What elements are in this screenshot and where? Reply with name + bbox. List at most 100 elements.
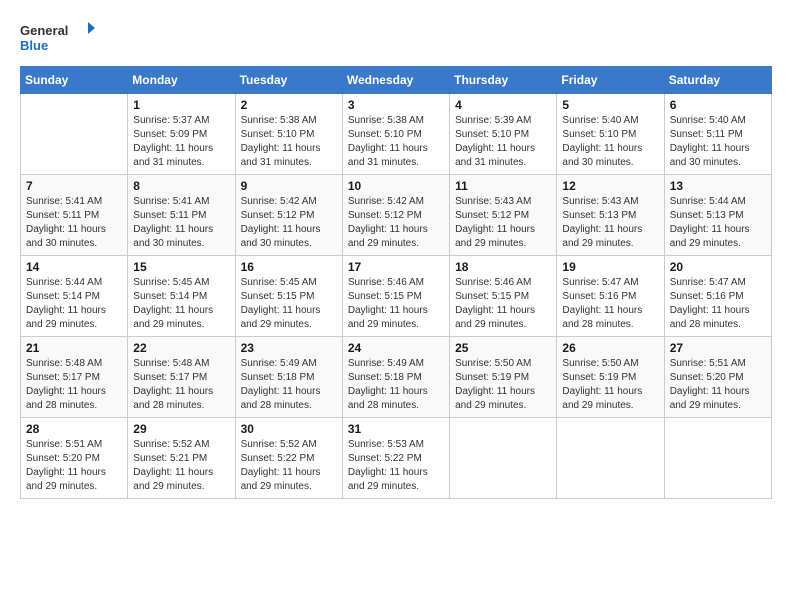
calendar-day-1: 1 Sunrise: 5:37 AMSunset: 5:09 PMDaylight… — [128, 94, 235, 175]
day-number: 4 — [455, 98, 551, 112]
day-number: 15 — [133, 260, 229, 274]
day-number: 10 — [348, 179, 444, 193]
day-info: Sunrise: 5:43 AMSunset: 5:12 PMDaylight:… — [455, 195, 551, 251]
day-info: Sunrise: 5:40 AMSunset: 5:10 PMDaylight:… — [562, 114, 658, 170]
calendar-day-24: 24 Sunrise: 5:49 AMSunset: 5:18 PMDayligh… — [342, 337, 449, 418]
day-number: 30 — [241, 422, 337, 436]
day-info: Sunrise: 5:45 AMSunset: 5:15 PMDaylight:… — [241, 276, 337, 332]
day-info: Sunrise: 5:41 AMSunset: 5:11 PMDaylight:… — [133, 195, 229, 251]
day-info: Sunrise: 5:44 AMSunset: 5:13 PMDaylight:… — [670, 195, 766, 251]
logo: General Blue — [20, 20, 95, 56]
day-info: Sunrise: 5:43 AMSunset: 5:13 PMDaylight:… — [562, 195, 658, 251]
calendar-body: 1 Sunrise: 5:37 AMSunset: 5:09 PMDaylight… — [21, 94, 772, 499]
weekday-header-thursday: Thursday — [450, 67, 557, 94]
day-info: Sunrise: 5:39 AMSunset: 5:10 PMDaylight:… — [455, 114, 551, 170]
calendar-day-6: 6 Sunrise: 5:40 AMSunset: 5:11 PMDaylight… — [664, 94, 771, 175]
day-number: 5 — [562, 98, 658, 112]
calendar-header: SundayMondayTuesdayWednesdayThursdayFrid… — [21, 67, 772, 94]
calendar-table: SundayMondayTuesdayWednesdayThursdayFrid… — [20, 66, 772, 499]
calendar-day-10: 10Sunrise: 5:42 AMSunset: 5:12 PMDayligh… — [342, 175, 449, 256]
calendar-day-26: 26 Sunrise: 5:50 AMSunset: 5:19 PMDayligh… — [557, 337, 664, 418]
calendar-day-20: 20 Sunrise: 5:47 AMSunset: 5:16 PMDayligh… — [664, 256, 771, 337]
day-info: Sunrise: 5:38 AMSunset: 5:10 PMDaylight:… — [241, 114, 337, 170]
calendar-day-13: 13 Sunrise: 5:44 AMSunset: 5:13 PMDayligh… — [664, 175, 771, 256]
day-info: Sunrise: 5:38 AMSunset: 5:10 PMDaylight:… — [348, 114, 444, 170]
weekday-header-wednesday: Wednesday — [342, 67, 449, 94]
calendar-day-9: 9Sunrise: 5:42 AMSunset: 5:12 PMDaylight… — [235, 175, 342, 256]
day-number: 27 — [670, 341, 766, 355]
svg-text:Blue: Blue — [20, 38, 48, 53]
empty-day-cell — [664, 418, 771, 499]
calendar-day-2: 2 Sunrise: 5:38 AMSunset: 5:10 PMDaylight… — [235, 94, 342, 175]
calendar-day-27: 27 Sunrise: 5:51 AMSunset: 5:20 PMDayligh… — [664, 337, 771, 418]
weekday-header-sunday: Sunday — [21, 67, 128, 94]
calendar-day-31: 31 Sunrise: 5:53 AMSunset: 5:22 PMDayligh… — [342, 418, 449, 499]
day-number: 25 — [455, 341, 551, 355]
day-number: 9 — [241, 179, 337, 193]
calendar-day-7: 7 Sunrise: 5:41 AMSunset: 5:11 PMDaylight… — [21, 175, 128, 256]
day-info: Sunrise: 5:48 AMSunset: 5:17 PMDaylight:… — [133, 357, 229, 413]
day-number: 20 — [670, 260, 766, 274]
day-info: Sunrise: 5:41 AMSunset: 5:11 PMDaylight:… — [26, 195, 122, 251]
day-number: 21 — [26, 341, 122, 355]
day-number: 28 — [26, 422, 122, 436]
day-info: Sunrise: 5:47 AMSunset: 5:16 PMDaylight:… — [670, 276, 766, 332]
weekday-header-tuesday: Tuesday — [235, 67, 342, 94]
calendar-day-21: 21 Sunrise: 5:48 AMSunset: 5:17 PMDayligh… — [21, 337, 128, 418]
day-number: 6 — [670, 98, 766, 112]
weekday-header-row: SundayMondayTuesdayWednesdayThursdayFrid… — [21, 67, 772, 94]
day-number: 7 — [26, 179, 122, 193]
day-info: Sunrise: 5:47 AMSunset: 5:16 PMDaylight:… — [562, 276, 658, 332]
calendar-day-11: 11Sunrise: 5:43 AMSunset: 5:12 PMDayligh… — [450, 175, 557, 256]
svg-text:General: General — [20, 23, 68, 38]
day-info: Sunrise: 5:40 AMSunset: 5:11 PMDaylight:… — [670, 114, 766, 170]
calendar-day-30: 30 Sunrise: 5:52 AMSunset: 5:22 PMDayligh… — [235, 418, 342, 499]
calendar-week-row: 1 Sunrise: 5:37 AMSunset: 5:09 PMDaylight… — [21, 94, 772, 175]
empty-day-cell — [450, 418, 557, 499]
day-number: 22 — [133, 341, 229, 355]
calendar-day-18: 18Sunrise: 5:46 AMSunset: 5:15 PMDayligh… — [450, 256, 557, 337]
calendar-day-25: 25 Sunrise: 5:50 AMSunset: 5:19 PMDayligh… — [450, 337, 557, 418]
day-info: Sunrise: 5:52 AMSunset: 5:21 PMDaylight:… — [133, 438, 229, 494]
day-info: Sunrise: 5:37 AMSunset: 5:09 PMDaylight:… — [133, 114, 229, 170]
day-number: 8 — [133, 179, 229, 193]
day-number: 2 — [241, 98, 337, 112]
day-info: Sunrise: 5:51 AMSunset: 5:20 PMDaylight:… — [26, 438, 122, 494]
day-info: Sunrise: 5:51 AMSunset: 5:20 PMDaylight:… — [670, 357, 766, 413]
calendar-day-29: 29Sunrise: 5:52 AMSunset: 5:21 PMDayligh… — [128, 418, 235, 499]
calendar-week-row: 7 Sunrise: 5:41 AMSunset: 5:11 PMDaylight… — [21, 175, 772, 256]
logo-svg: General Blue — [20, 20, 95, 56]
calendar-day-16: 16 Sunrise: 5:45 AMSunset: 5:15 PMDayligh… — [235, 256, 342, 337]
day-info: Sunrise: 5:48 AMSunset: 5:17 PMDaylight:… — [26, 357, 122, 413]
day-number: 31 — [348, 422, 444, 436]
day-number: 26 — [562, 341, 658, 355]
day-number: 14 — [26, 260, 122, 274]
day-number: 16 — [241, 260, 337, 274]
calendar-week-row: 28 Sunrise: 5:51 AMSunset: 5:20 PMDayligh… — [21, 418, 772, 499]
day-info: Sunrise: 5:52 AMSunset: 5:22 PMDaylight:… — [241, 438, 337, 494]
day-number: 3 — [348, 98, 444, 112]
day-info: Sunrise: 5:45 AMSunset: 5:14 PMDaylight:… — [133, 276, 229, 332]
day-info: Sunrise: 5:50 AMSunset: 5:19 PMDaylight:… — [562, 357, 658, 413]
calendar-day-14: 14Sunrise: 5:44 AMSunset: 5:14 PMDayligh… — [21, 256, 128, 337]
weekday-header-saturday: Saturday — [664, 67, 771, 94]
day-info: Sunrise: 5:50 AMSunset: 5:19 PMDaylight:… — [455, 357, 551, 413]
calendar-day-8: 8 Sunrise: 5:41 AMSunset: 5:11 PMDaylight… — [128, 175, 235, 256]
day-number: 13 — [670, 179, 766, 193]
day-number: 17 — [348, 260, 444, 274]
day-info: Sunrise: 5:49 AMSunset: 5:18 PMDaylight:… — [241, 357, 337, 413]
day-number: 23 — [241, 341, 337, 355]
day-number: 1 — [133, 98, 229, 112]
calendar-day-3: 3 Sunrise: 5:38 AMSunset: 5:10 PMDaylight… — [342, 94, 449, 175]
day-info: Sunrise: 5:46 AMSunset: 5:15 PMDaylight:… — [348, 276, 444, 332]
calendar-week-row: 21 Sunrise: 5:48 AMSunset: 5:17 PMDayligh… — [21, 337, 772, 418]
calendar-week-row: 14Sunrise: 5:44 AMSunset: 5:14 PMDayligh… — [21, 256, 772, 337]
day-number: 24 — [348, 341, 444, 355]
day-number: 19 — [562, 260, 658, 274]
weekday-header-monday: Monday — [128, 67, 235, 94]
day-info: Sunrise: 5:49 AMSunset: 5:18 PMDaylight:… — [348, 357, 444, 413]
calendar-day-5: 5 Sunrise: 5:40 AMSunset: 5:10 PMDaylight… — [557, 94, 664, 175]
calendar-day-12: 12Sunrise: 5:43 AMSunset: 5:13 PMDayligh… — [557, 175, 664, 256]
day-info: Sunrise: 5:53 AMSunset: 5:22 PMDaylight:… — [348, 438, 444, 494]
calendar-day-15: 15 Sunrise: 5:45 AMSunset: 5:14 PMDayligh… — [128, 256, 235, 337]
